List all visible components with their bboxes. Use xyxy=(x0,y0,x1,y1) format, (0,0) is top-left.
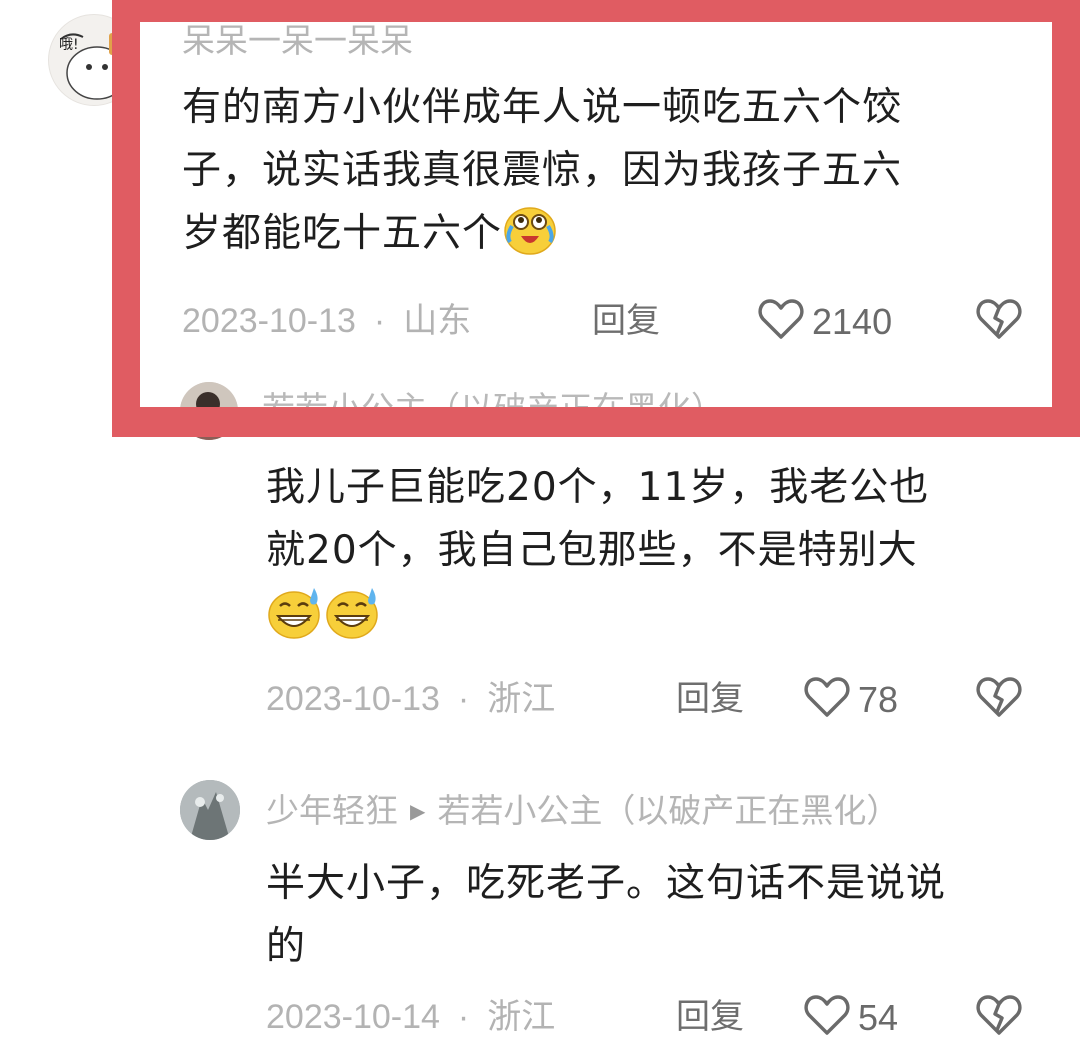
reply-button[interactable]: 回复 xyxy=(676,1000,744,1034)
comment-body: 我儿子巨能吃20个，11岁，我老公也 就20个，我自己包那些，不是特别大 xyxy=(266,456,1046,659)
broken-heart-icon[interactable] xyxy=(976,994,1022,1040)
separator-dot: · xyxy=(457,998,470,1036)
reply-target[interactable]: 若若小公主（以破产正在黑化） xyxy=(437,791,899,830)
comment-username[interactable]: 若若小公主（以破产正在黑化） xyxy=(262,392,724,425)
comment-line: 岁都能吃十五六个 xyxy=(182,202,1022,275)
like-button[interactable]: 54 xyxy=(804,994,898,1042)
broken-heart-icon[interactable] xyxy=(976,298,1022,344)
like-count: 54 xyxy=(858,997,899,1038)
comment-location: 山东 xyxy=(403,302,472,340)
like-count: 2140 xyxy=(812,301,893,342)
reply-button[interactable]: 回复 xyxy=(592,304,660,338)
reply-arrow-icon: ▶ xyxy=(410,799,426,823)
comment-line-text: 岁都能吃十五六个 xyxy=(182,211,503,256)
avatar[interactable]: 哦! xyxy=(48,14,140,106)
grin-sweat-emoji xyxy=(266,586,324,659)
broken-heart-icon[interactable] xyxy=(976,676,1022,722)
comment-line xyxy=(266,586,1046,659)
laugh-cry-emoji xyxy=(502,204,558,275)
avatar[interactable] xyxy=(180,382,238,440)
separator-dot: · xyxy=(373,302,386,340)
like-button[interactable]: 78 xyxy=(804,676,898,724)
comment-location: 浙江 xyxy=(487,998,556,1036)
comment-body: 有的南方小伙伴成年人说一顿吃五六个饺 子，说实话我真很震惊，因为我孩子五六 岁都… xyxy=(182,76,1022,275)
like-button[interactable]: 2140 xyxy=(758,298,892,346)
comment-author[interactable]: 少年轻狂 xyxy=(266,791,398,830)
comment-date: 2023-10-14 xyxy=(266,998,440,1036)
comment-username: 少年轻狂 ▶ 若若小公主（以破产正在黑化） xyxy=(266,794,899,827)
comment-meta: 2023-10-13 · 山东 xyxy=(182,304,471,338)
comment-meta: 2023-10-14 · 浙江 xyxy=(266,1000,555,1034)
comment-body: 半大小子，吃死老子。这句话不是说说 的 xyxy=(266,852,1056,978)
avatar[interactable] xyxy=(180,780,240,840)
comment-date: 2023-10-13 xyxy=(182,302,356,340)
heart-icon xyxy=(804,676,858,724)
reply-button[interactable]: 回复 xyxy=(676,682,744,716)
comment-meta: 2023-10-13 · 浙江 xyxy=(266,682,555,716)
heart-icon xyxy=(804,994,858,1042)
separator-dot: · xyxy=(457,680,470,718)
comment-line: 半大小子，吃死老子。这句话不是说说 xyxy=(266,861,947,906)
svg-text:哦!: 哦! xyxy=(59,37,79,53)
comment-location: 浙江 xyxy=(487,680,556,718)
like-count: 78 xyxy=(858,679,899,720)
heart-icon xyxy=(758,298,812,346)
comment-date: 2023-10-13 xyxy=(266,680,440,718)
comment-line: 我儿子巨能吃20个，11岁，我老公也 xyxy=(266,465,930,510)
comment-line: 子，说实话我真很震惊，因为我孩子五六 xyxy=(182,148,903,193)
comment-line: 有的南方小伙伴成年人说一顿吃五六个饺 xyxy=(182,85,903,130)
comment-line: 就20个，我自己包那些，不是特别大 xyxy=(266,528,918,573)
grin-sweat-emoji xyxy=(324,586,382,659)
comment-line: 的 xyxy=(266,924,307,969)
comment-username[interactable]: 呆呆一呆一呆呆 xyxy=(182,24,413,57)
